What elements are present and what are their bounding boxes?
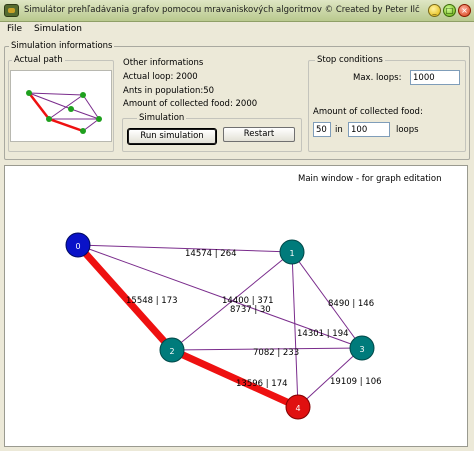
graph-drawing: 14574 | 264 15548 | 173 14400 | 371 8737… <box>65 232 382 420</box>
edge-label: 15548 | 173 <box>126 296 178 306</box>
node-label: 2 <box>169 347 174 356</box>
node-label: 4 <box>295 404 300 413</box>
edge-label: 14301 | 194 <box>297 329 349 339</box>
node-label: 1 <box>289 249 294 258</box>
edge-label: 13596 | 174 <box>236 379 288 389</box>
edge-label: 8490 | 146 <box>328 299 374 309</box>
edge-label: 19109 | 106 <box>330 377 382 387</box>
node-label: 0 <box>75 242 80 251</box>
edge-label: 14574 | 264 <box>185 249 237 259</box>
edge-label: 7082 | 233 <box>253 348 299 358</box>
node-label: 3 <box>359 345 364 354</box>
edge-label-overlap: 8737 | 30 <box>230 305 271 315</box>
